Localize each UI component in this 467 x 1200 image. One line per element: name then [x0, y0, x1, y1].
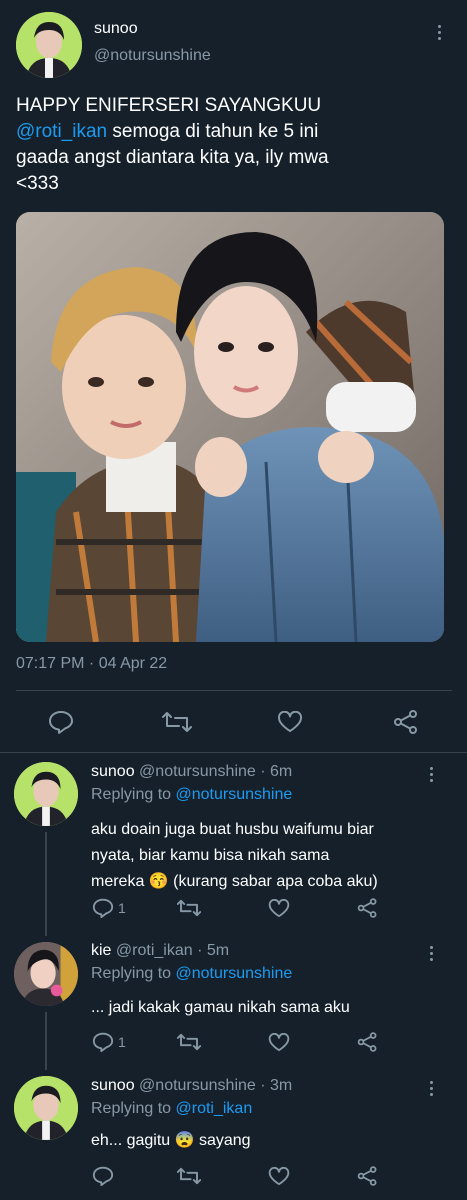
reply-text: ... jadi kakak gamau nikah sama aku	[91, 995, 451, 1021]
mention-link[interactable]: @roti_ikan	[16, 121, 107, 142]
tweet-text-line: @roti_ikan semoga di tahun ke 5 ini	[16, 119, 456, 145]
more-icon[interactable]	[428, 943, 434, 964]
reply-header: sunoo @notursunshine · 6m	[91, 763, 292, 781]
tweet-text-segment: semoga di tahun ke 5 ini	[107, 121, 319, 142]
mention-link[interactable]: @notursunshine	[176, 965, 293, 982]
reply-text: eh... gagitu 😨 sayang	[91, 1128, 451, 1154]
retweet-icon[interactable]	[177, 1033, 201, 1051]
mention-link[interactable]: @notursunshine	[176, 786, 293, 803]
reply-header: sunoo @notursunshine · 3m	[91, 1077, 292, 1095]
reply-icon[interactable]	[48, 710, 74, 734]
share-icon[interactable]	[357, 1032, 378, 1052]
replying-to: Replying to @roti_ikan	[91, 1100, 252, 1118]
reply-text-line: aku doain juga buat husbu waifumu biar	[91, 821, 374, 838]
replying-to: Replying to @notursunshine	[91, 786, 292, 804]
author-handle[interactable]: @notursunshine · 6m	[139, 763, 292, 780]
author-handle[interactable]: @roti_ikan · 5m	[116, 942, 229, 959]
avatar[interactable]	[14, 942, 78, 1006]
tweet-text-line: gaada angst diantara kita ya, ily mwa	[16, 147, 329, 168]
reply-icon[interactable]	[92, 1166, 114, 1186]
mention-link[interactable]: @roti_ikan	[176, 1100, 253, 1117]
tweet-text-line: HAPPY ENIFERSERI SAYANGKUU	[16, 95, 322, 116]
replying-to-label: Replying to	[91, 1100, 172, 1117]
heart-icon[interactable]	[268, 899, 290, 918]
retweet-icon[interactable]	[162, 711, 192, 733]
reply-count: 1	[118, 900, 126, 916]
replying-to-label: Replying to	[91, 786, 172, 803]
replying-to: Replying to @notursunshine	[91, 965, 292, 983]
reply-text-line: ... jadi kakak gamau nikah sama aku	[91, 999, 350, 1016]
thread-line	[45, 832, 47, 936]
author-handle[interactable]: @notursunshine	[94, 47, 211, 65]
tweet-photo[interactable]	[16, 212, 444, 642]
author-name[interactable]: sunoo	[94, 20, 138, 38]
author-name[interactable]: sunoo	[91, 1077, 135, 1094]
more-icon[interactable]	[428, 764, 434, 785]
reply-text-line: eh... gagitu 😨 sayang	[91, 1132, 251, 1149]
reply-count: 1	[118, 1034, 126, 1050]
share-icon[interactable]	[357, 898, 378, 918]
divider	[16, 690, 452, 691]
reply-icon[interactable]	[92, 898, 114, 918]
tweet-timestamp[interactable]: 07:17 PM · 04 Apr 22	[16, 655, 167, 673]
replying-to-label: Replying to	[91, 965, 172, 982]
tweet-text: HAPPY ENIFERSERI SAYANGKUU @roti_ikan se…	[16, 93, 456, 197]
retweet-icon[interactable]	[177, 1167, 201, 1185]
avatar[interactable]	[16, 12, 82, 78]
heart-icon[interactable]	[268, 1167, 290, 1186]
avatar[interactable]	[14, 1076, 78, 1140]
heart-icon[interactable]	[277, 711, 303, 733]
reply-header: kie @roti_ikan · 5m	[91, 942, 229, 960]
tweet-text-line: <333	[16, 173, 59, 194]
author-name[interactable]: kie	[91, 942, 111, 959]
avatar[interactable]	[14, 762, 78, 826]
author-handle[interactable]: @notursunshine · 3m	[139, 1077, 292, 1094]
heart-icon[interactable]	[268, 1033, 290, 1052]
share-icon[interactable]	[357, 1166, 378, 1186]
more-icon[interactable]	[436, 22, 442, 43]
reply-text-line: mereka 😚 (kurang sabar apa coba aku)	[91, 873, 378, 890]
share-icon[interactable]	[393, 710, 419, 734]
more-icon[interactable]	[428, 1078, 434, 1099]
thread-line	[45, 1012, 47, 1070]
divider	[0, 752, 467, 753]
reply-text: aku doain juga buat husbu waifumu biar n…	[91, 817, 451, 895]
reply-icon[interactable]	[92, 1032, 114, 1052]
author-name[interactable]: sunoo	[91, 763, 135, 780]
retweet-icon[interactable]	[177, 899, 201, 917]
reply-text-line: nyata, biar kamu bisa nikah sama	[91, 847, 330, 864]
